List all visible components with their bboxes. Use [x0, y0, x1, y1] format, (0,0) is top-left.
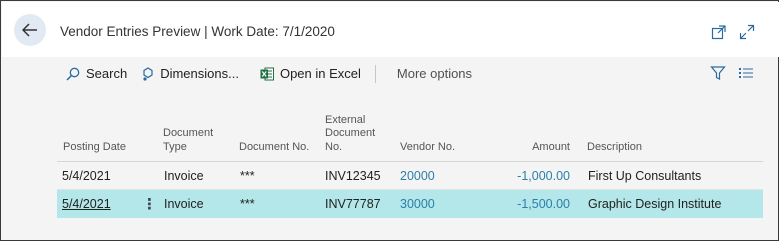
document-no-cell: ***: [240, 168, 255, 183]
back-button[interactable]: [14, 14, 46, 46]
vendor-no-link[interactable]: 20000: [400, 162, 435, 189]
search-button[interactable]: Search: [66, 57, 127, 90]
back-arrow-icon: [22, 23, 37, 37]
amount-cell[interactable]: -1,000.00: [497, 162, 570, 189]
column-header-document-type-line1: Document: [163, 127, 214, 139]
vendor-entries-table: Posting Date Document Type Document No. …: [57, 109, 763, 218]
document-type-cell: Invoice: [164, 168, 204, 183]
posting-date-cell[interactable]: 5/4/2021: [62, 190, 111, 218]
open-in-excel-label: Open in Excel: [279, 66, 361, 81]
page-title: Vendor Entries Preview | Work Date: 7/1/…: [60, 24, 335, 39]
excel-icon: [260, 67, 274, 80]
description-cell: Graphic Design Institute: [588, 197, 722, 211]
expand-icon[interactable]: [739, 24, 755, 40]
column-header-document-type-line2: Type: [163, 140, 187, 153]
description-cell: First Up Consultants: [588, 168, 702, 183]
more-options-button[interactable]: More options: [397, 57, 472, 90]
column-header-external-document-no-line2: Document: [325, 127, 376, 139]
column-header-document-no[interactable]: Document No.: [239, 141, 309, 155]
more-options-label: More options: [396, 66, 473, 81]
column-header-description[interactable]: Description: [587, 141, 642, 155]
dimensions-icon: [143, 66, 153, 81]
table-row[interactable]: 5/4/2021 Invoice *** INV12345 20000 -1,0…: [57, 162, 763, 190]
amount-cell[interactable]: -1,500.00: [497, 190, 570, 218]
row-actions-menu-icon[interactable]: ⋮: [142, 190, 157, 218]
list-view-icon[interactable]: [738, 65, 754, 81]
external-document-no-cell: INV12345: [325, 168, 381, 183]
search-label: Search: [86, 66, 128, 81]
column-header-external-document-no-line3: No.: [325, 140, 343, 153]
vendor-no-link[interactable]: 30000: [400, 190, 435, 218]
document-no-cell: ***: [240, 197, 255, 211]
filter-icon[interactable]: [710, 65, 726, 81]
open-in-new-window-icon[interactable]: [711, 24, 727, 40]
open-in-excel-button[interactable]: Open in Excel: [260, 57, 361, 90]
column-header-vendor-no[interactable]: Vendor No.: [400, 141, 455, 155]
document-type-cell: Invoice: [164, 197, 204, 211]
external-document-no-cell: INV77787: [325, 197, 381, 211]
action-bar: Search Dimensions... Open in Excel More …: [57, 57, 762, 90]
table-row-selected[interactable]: 5/4/2021 ⋮ Invoice *** INV77787 30000 -1…: [57, 190, 763, 218]
column-header-amount[interactable]: Amount: [505, 141, 570, 155]
table-header-row: Posting Date Document Type Document No. …: [57, 109, 763, 162]
page-header: Vendor Entries Preview | Work Date: 7/1/…: [2, 2, 779, 57]
page-frame: Vendor Entries Preview | Work Date: 7/1/…: [0, 0, 779, 241]
column-header-external-document-no[interactable]: External Document No.: [325, 114, 375, 155]
dimensions-button[interactable]: Dimensions...: [142, 57, 239, 90]
column-header-document-type[interactable]: Document Type: [163, 127, 213, 154]
column-header-posting-date[interactable]: Posting Date: [63, 141, 126, 155]
search-icon: [66, 67, 80, 81]
column-header-external-document-no-line1: External: [325, 113, 366, 126]
dimensions-label: Dimensions...: [160, 66, 239, 81]
posting-date-cell: 5/4/2021: [62, 168, 111, 183]
toolbar-divider: [374, 64, 376, 83]
